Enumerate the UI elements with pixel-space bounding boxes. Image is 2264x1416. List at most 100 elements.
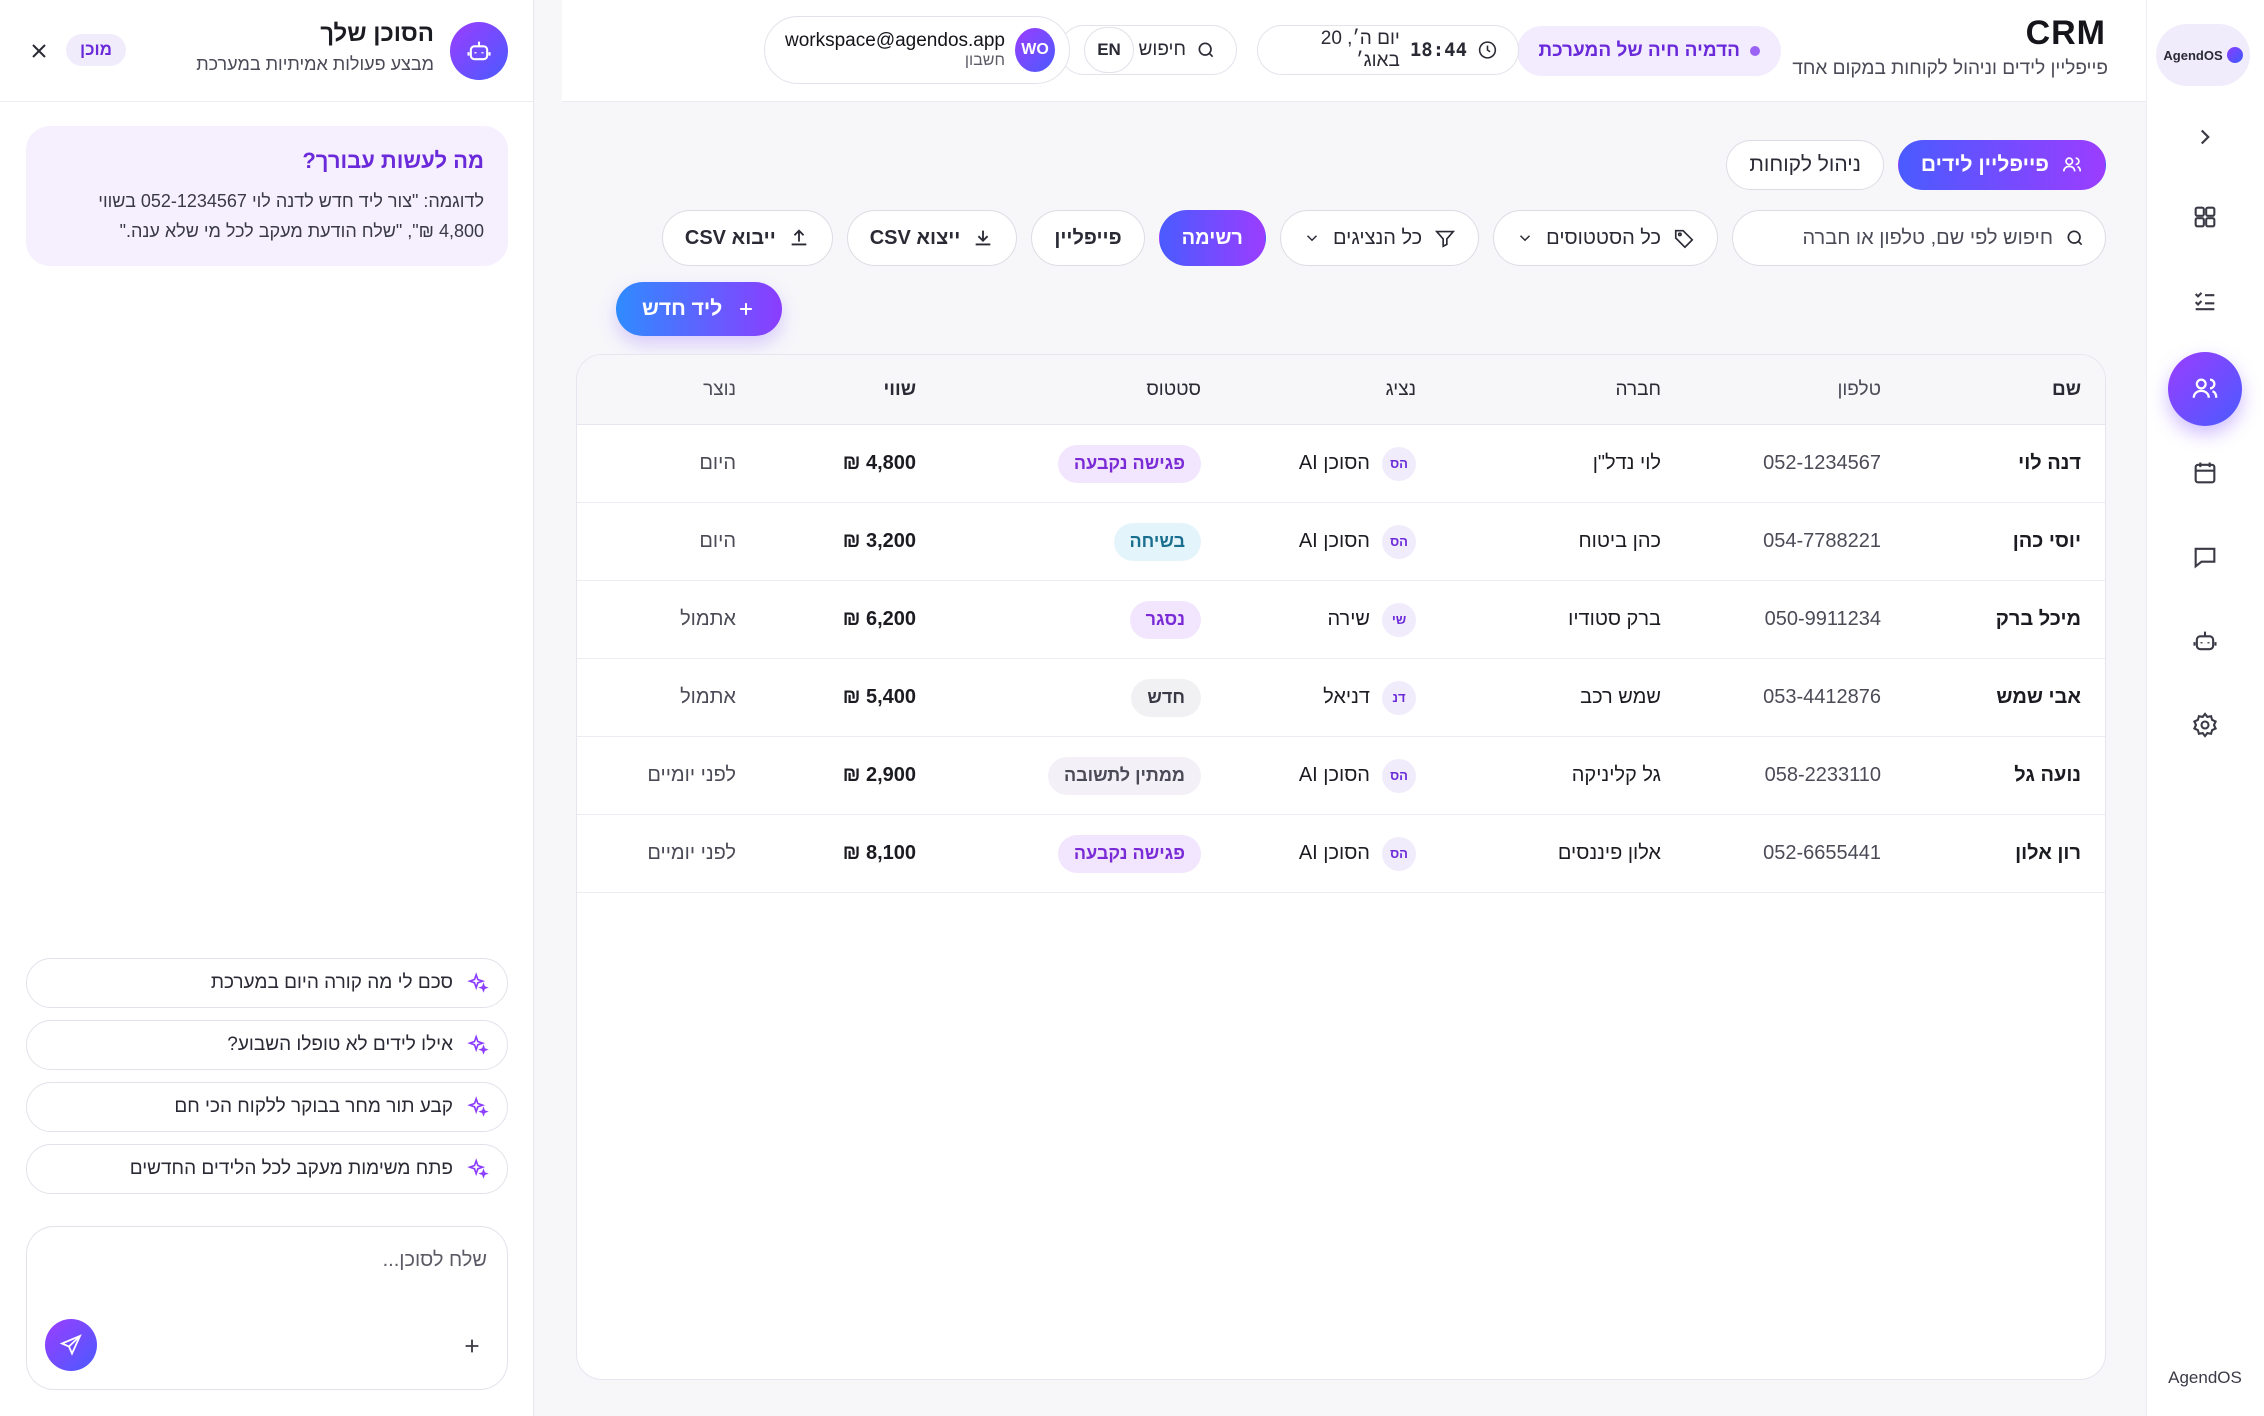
- plus-icon: [740, 303, 753, 315]
- lead-value: ₪ 8,100: [842, 842, 916, 864]
- clock-time: 18:44: [1409, 39, 1468, 61]
- global-search-label: חיפוש: [1138, 39, 1186, 60]
- sparkle-icon: [467, 972, 489, 993]
- help-title: מה לעשות עבורך?: [302, 148, 484, 173]
- nav-dashboard[interactable]: [2168, 180, 2242, 254]
- status-filter-select[interactable]: כל הסטטוסים: [1493, 210, 1718, 266]
- live-demo-label: הדמיה חיה של המערכת: [1538, 40, 1740, 61]
- chevron-down-icon: [1520, 235, 1531, 242]
- table-row[interactable]: רון אלון 052-6655441 אלון פיננסים הס הסו…: [577, 815, 2105, 893]
- lead-status: ממתין לתשובה: [940, 756, 1225, 795]
- send-icon: [59, 1334, 82, 1356]
- tab-leads-pipeline[interactable]: פייפליין לידים: [1897, 140, 2106, 190]
- table-row[interactable]: נועה גל 058-2233110 גל קליניקה הס הסוכן …: [577, 737, 2105, 815]
- status-filter-label: כל הסטטוסים: [1546, 226, 1661, 249]
- robot-icon: [2193, 631, 2217, 651]
- status-badge[interactable]: ממתין לתשובה: [1047, 756, 1201, 795]
- header-phone[interactable]: טלפון: [1685, 379, 1905, 401]
- export-csv-button[interactable]: ייצוא CSV: [846, 210, 1018, 266]
- chat-icon: [2194, 547, 2216, 569]
- agent-name: הסוכן AI: [1298, 530, 1370, 552]
- agent-message-input[interactable]: [47, 1249, 487, 1309]
- import-csv-label: ייבוא CSV: [684, 226, 776, 249]
- lead-name: דנה לוי: [2018, 452, 2081, 474]
- status-badge[interactable]: נסגר: [1129, 600, 1201, 639]
- lead-created: לפני יומיים: [647, 764, 736, 786]
- lead-phone: 052-1234567: [1763, 452, 1881, 474]
- suggestion-chip[interactable]: אילו לידים לא טופלו השבוע?: [26, 1020, 508, 1070]
- sparkle-icon: [467, 1034, 489, 1055]
- clock-widget: 18:44 יום ה׳, 20 באוג׳: [1257, 25, 1519, 75]
- import-csv-button[interactable]: ייבוא CSV: [661, 210, 833, 266]
- lead-created: לפני יומיים: [647, 842, 736, 864]
- chevron-down-icon: [1306, 235, 1317, 242]
- tab-customers[interactable]: ניהול לקוחות: [1726, 140, 1884, 190]
- nav-settings[interactable]: [2168, 688, 2242, 762]
- status-badge[interactable]: חדש: [1131, 678, 1201, 717]
- nav-tasks[interactable]: [2168, 264, 2242, 338]
- lead-company: גל קליניקה: [1571, 764, 1661, 786]
- agent-help-card: מה לעשות עבורך? לדוגמה: "צור ליד חדש לדנ…: [26, 126, 508, 266]
- nav-messages[interactable]: [2168, 520, 2242, 594]
- leads-search-placeholder: חיפוש לפי שם, טלפון או חברה: [1802, 226, 2053, 249]
- lead-company: אלון פיננסים: [1557, 842, 1661, 864]
- view-list-button[interactable]: רשימה: [1158, 210, 1266, 266]
- suggestion-chip[interactable]: סכם לי מה קורה היום במערכת: [26, 958, 508, 1008]
- suggestion-chip[interactable]: קבע תור מחר בבוקר ללקוח הכי חם: [26, 1082, 508, 1132]
- agent-subtitle: מבצע פעולות אמיתיות במערכת: [196, 54, 434, 74]
- lead-name: נועה גל: [2014, 764, 2081, 786]
- page-title: CRM: [2025, 14, 2106, 52]
- status-badge[interactable]: פגישה נקבעה: [1057, 834, 1201, 873]
- header-agent[interactable]: נציג: [1225, 379, 1440, 401]
- new-lead-button[interactable]: ליד חדש: [616, 282, 783, 336]
- agent-chip: הס: [1382, 524, 1416, 559]
- status-badge[interactable]: פגישה נקבעה: [1057, 444, 1201, 483]
- header-status[interactable]: סטטוס: [940, 379, 1225, 401]
- agent-filter-select[interactable]: כל הנציגים: [1279, 210, 1480, 266]
- lead-name: מיכל ברק: [1995, 608, 2081, 630]
- header-created[interactable]: נוצר: [600, 379, 760, 401]
- nav-leads[interactable]: [2168, 352, 2242, 426]
- close-agent-button[interactable]: [22, 34, 56, 68]
- clock-icon: [1478, 41, 1497, 59]
- language-toggle[interactable]: EN: [1084, 27, 1134, 73]
- lead-value: ₪ 6,200: [842, 608, 916, 630]
- lead-status: בשיחה: [940, 522, 1225, 561]
- leads-toolbar: חיפוש לפי שם, טלפון או חברה כל הסטטוסים …: [661, 210, 2106, 266]
- agent-chip: שי: [1382, 602, 1416, 637]
- view-pipeline-button[interactable]: פייפליין: [1031, 210, 1145, 266]
- download-icon: [976, 230, 991, 246]
- lead-created: היום: [699, 530, 736, 552]
- table-row[interactable]: דנה לוי 052-1234567 לוי נדל"ן הס הסוכן A…: [577, 425, 2105, 503]
- nav-agent[interactable]: [2168, 604, 2242, 678]
- agent-name: שירה: [1327, 608, 1370, 630]
- agent-status-badge: מוכן: [66, 34, 127, 66]
- lead-status: פגישה נקבעה: [940, 444, 1225, 483]
- nav-calendar[interactable]: [2168, 436, 2242, 510]
- search-icon: [2067, 230, 2083, 246]
- lead-agent: הס הסוכן AI: [1225, 524, 1440, 559]
- lead-agent: הס הסוכן AI: [1225, 836, 1440, 871]
- lead-status: נסגר: [940, 600, 1225, 639]
- agent-name: הסוכן AI: [1298, 842, 1370, 864]
- suggestion-label: פתח משימות מעקב לכל הלידים החדשים: [129, 1158, 453, 1179]
- suggestion-chip[interactable]: פתח משימות מעקב לכל הלידים החדשים: [26, 1144, 508, 1194]
- lead-value: ₪ 3,200: [842, 530, 916, 552]
- help-example: לדוגמה: "צור ליד חדש לדנה לוי 052-123456…: [98, 191, 484, 241]
- status-badge[interactable]: בשיחה: [1113, 522, 1201, 561]
- tag-icon: [1674, 229, 1694, 249]
- table-row[interactable]: מיכל ברק 050-9911234 ברק סטודיו שי שירה …: [577, 581, 2105, 659]
- close-icon: [32, 44, 46, 58]
- attach-button[interactable]: [457, 1331, 487, 1361]
- suggestion-label: קבע תור מחר בבוקר ללקוח הכי חם: [174, 1096, 453, 1117]
- table-row[interactable]: אבי שמש 053-4412876 שמש רכב דנ דניאל חדש…: [577, 659, 2105, 737]
- leads-search-input[interactable]: חיפוש לפי שם, טלפון או חברה: [1732, 210, 2106, 266]
- header-company[interactable]: חברה: [1440, 379, 1685, 401]
- app-logo[interactable]: AgendOS: [2156, 24, 2250, 86]
- collapse-rail-button[interactable]: [2168, 100, 2242, 174]
- table-row[interactable]: יוסי כהן 054-7788221 כהן ביטוח הס הסוכן …: [577, 503, 2105, 581]
- account-menu[interactable]: WO workspace@agendos.app חשבון: [764, 16, 1070, 84]
- send-button[interactable]: [45, 1319, 97, 1371]
- header-name[interactable]: שם: [1905, 379, 2105, 401]
- header-value[interactable]: שווי: [760, 379, 940, 401]
